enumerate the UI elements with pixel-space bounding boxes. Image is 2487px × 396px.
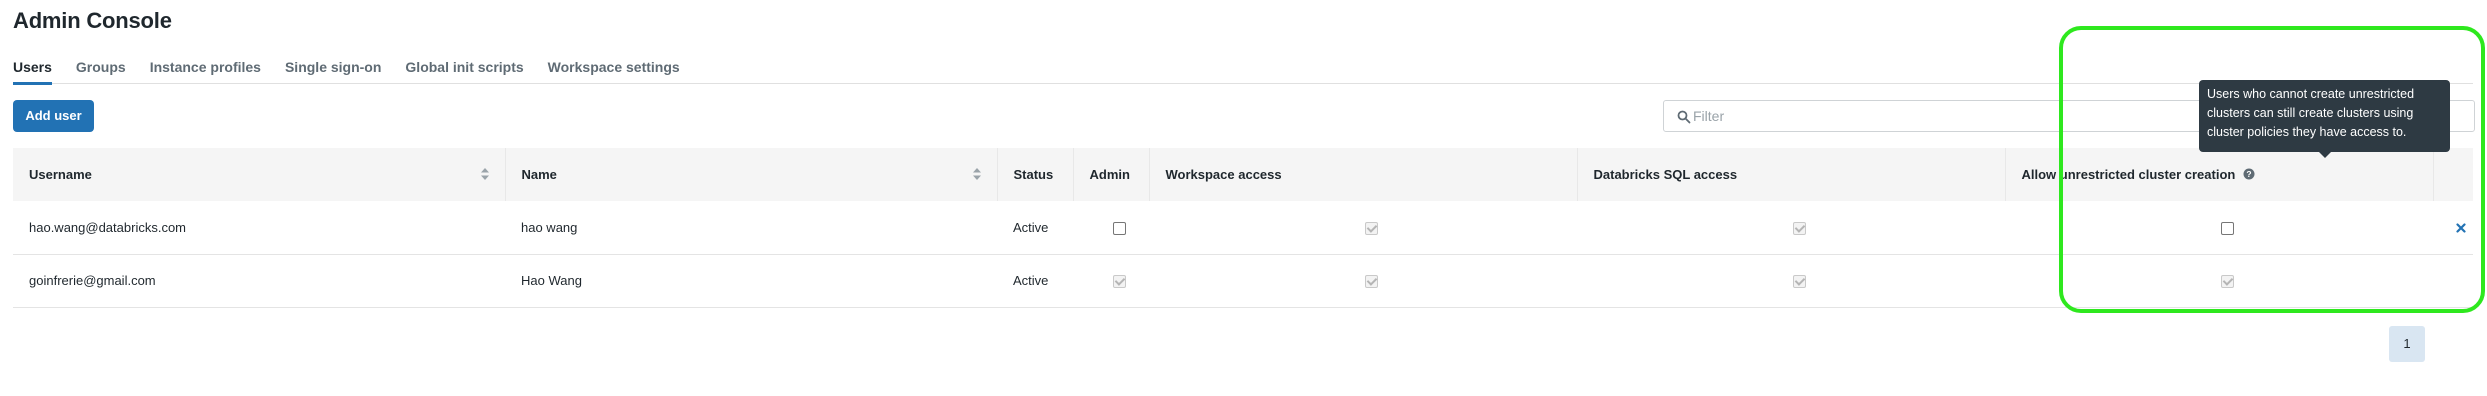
column-header-sql-access: Databricks SQL access — [1577, 148, 2006, 201]
tab-users[interactable]: Users — [13, 58, 52, 85]
table-row: goinfrerie@gmail.com Hao Wang Active — [13, 254, 2473, 308]
sort-icon[interactable] — [972, 168, 981, 180]
tab-groups[interactable]: Groups — [76, 58, 126, 84]
cell-workspace-access — [1149, 201, 1577, 255]
cell-status: Active — [997, 254, 1073, 308]
column-header-label: Username — [29, 167, 92, 182]
cell-status: Active — [997, 201, 1073, 255]
tab-global-init-scripts[interactable]: Global init scripts — [405, 58, 523, 84]
tab-single-sign-on[interactable]: Single sign-on — [285, 58, 381, 84]
column-header-username[interactable]: Username — [13, 148, 506, 201]
cell-cluster-creation — [2005, 254, 2433, 308]
cell-sql-access — [1577, 201, 2005, 255]
cell-admin — [1073, 254, 1149, 308]
cell-name: hao wang — [505, 201, 997, 255]
column-header-label: Name — [521, 167, 557, 182]
workspace-access-checkbox — [1364, 275, 1378, 289]
column-header-cluster-creation: Allow unrestricted cluster creation ? — [2005, 148, 2434, 201]
sort-icon[interactable] — [480, 168, 489, 180]
table-row: hao.wang@databricks.com hao wang Active — [13, 201, 2473, 255]
admin-checkbox — [1112, 275, 1126, 289]
cell-actions — [2433, 254, 2473, 308]
table-header-row: Username Name Status Admin Workspace acc… — [13, 148, 2473, 201]
sql-access-checkbox — [1792, 275, 1806, 289]
search-icon — [1677, 110, 1691, 124]
page-title: Admin Console — [13, 8, 172, 33]
tab-bar: Users Groups Instance profiles Single si… — [13, 58, 2473, 85]
remove-user-icon[interactable] — [2456, 223, 2466, 233]
workspace-access-checkbox — [1364, 221, 1378, 235]
cell-username: hao.wang@databricks.com — [13, 201, 505, 255]
cell-workspace-access — [1149, 254, 1577, 308]
pagination-page-button[interactable]: 1 — [2389, 326, 2425, 362]
admin-checkbox[interactable] — [1112, 221, 1126, 235]
users-table: Username Name Status Admin Workspace acc… — [13, 148, 2473, 308]
cluster-creation-checkbox — [2220, 275, 2234, 289]
tab-instance-profiles[interactable]: Instance profiles — [150, 58, 261, 84]
column-header-workspace-access: Workspace access — [1149, 148, 1578, 201]
cell-actions — [2433, 201, 2473, 255]
column-header-admin: Admin — [1073, 148, 1150, 201]
column-header-actions — [2433, 148, 2473, 201]
cell-sql-access — [1577, 254, 2005, 308]
cell-name: Hao Wang — [505, 254, 997, 308]
column-header-name[interactable]: Name — [505, 148, 998, 201]
tab-workspace-settings[interactable]: Workspace settings — [548, 58, 680, 84]
cell-cluster-creation — [2005, 201, 2433, 255]
help-icon[interactable]: ? — [2243, 168, 2255, 180]
cluster-creation-tooltip: Users who cannot create unrestricted clu… — [2199, 80, 2450, 158]
sql-access-checkbox — [1792, 221, 1806, 235]
cell-admin — [1073, 201, 1149, 255]
cluster-creation-checkbox[interactable] — [2220, 221, 2234, 235]
admin-console-page: Admin Console Users Groups Instance prof… — [0, 0, 2487, 396]
svg-text:?: ? — [2246, 169, 2251, 179]
column-header-status: Status — [997, 148, 1074, 201]
column-header-label: Allow unrestricted cluster creation — [2021, 167, 2236, 182]
add-user-button[interactable]: Add user — [13, 100, 94, 132]
cell-username: goinfrerie@gmail.com — [13, 254, 505, 308]
